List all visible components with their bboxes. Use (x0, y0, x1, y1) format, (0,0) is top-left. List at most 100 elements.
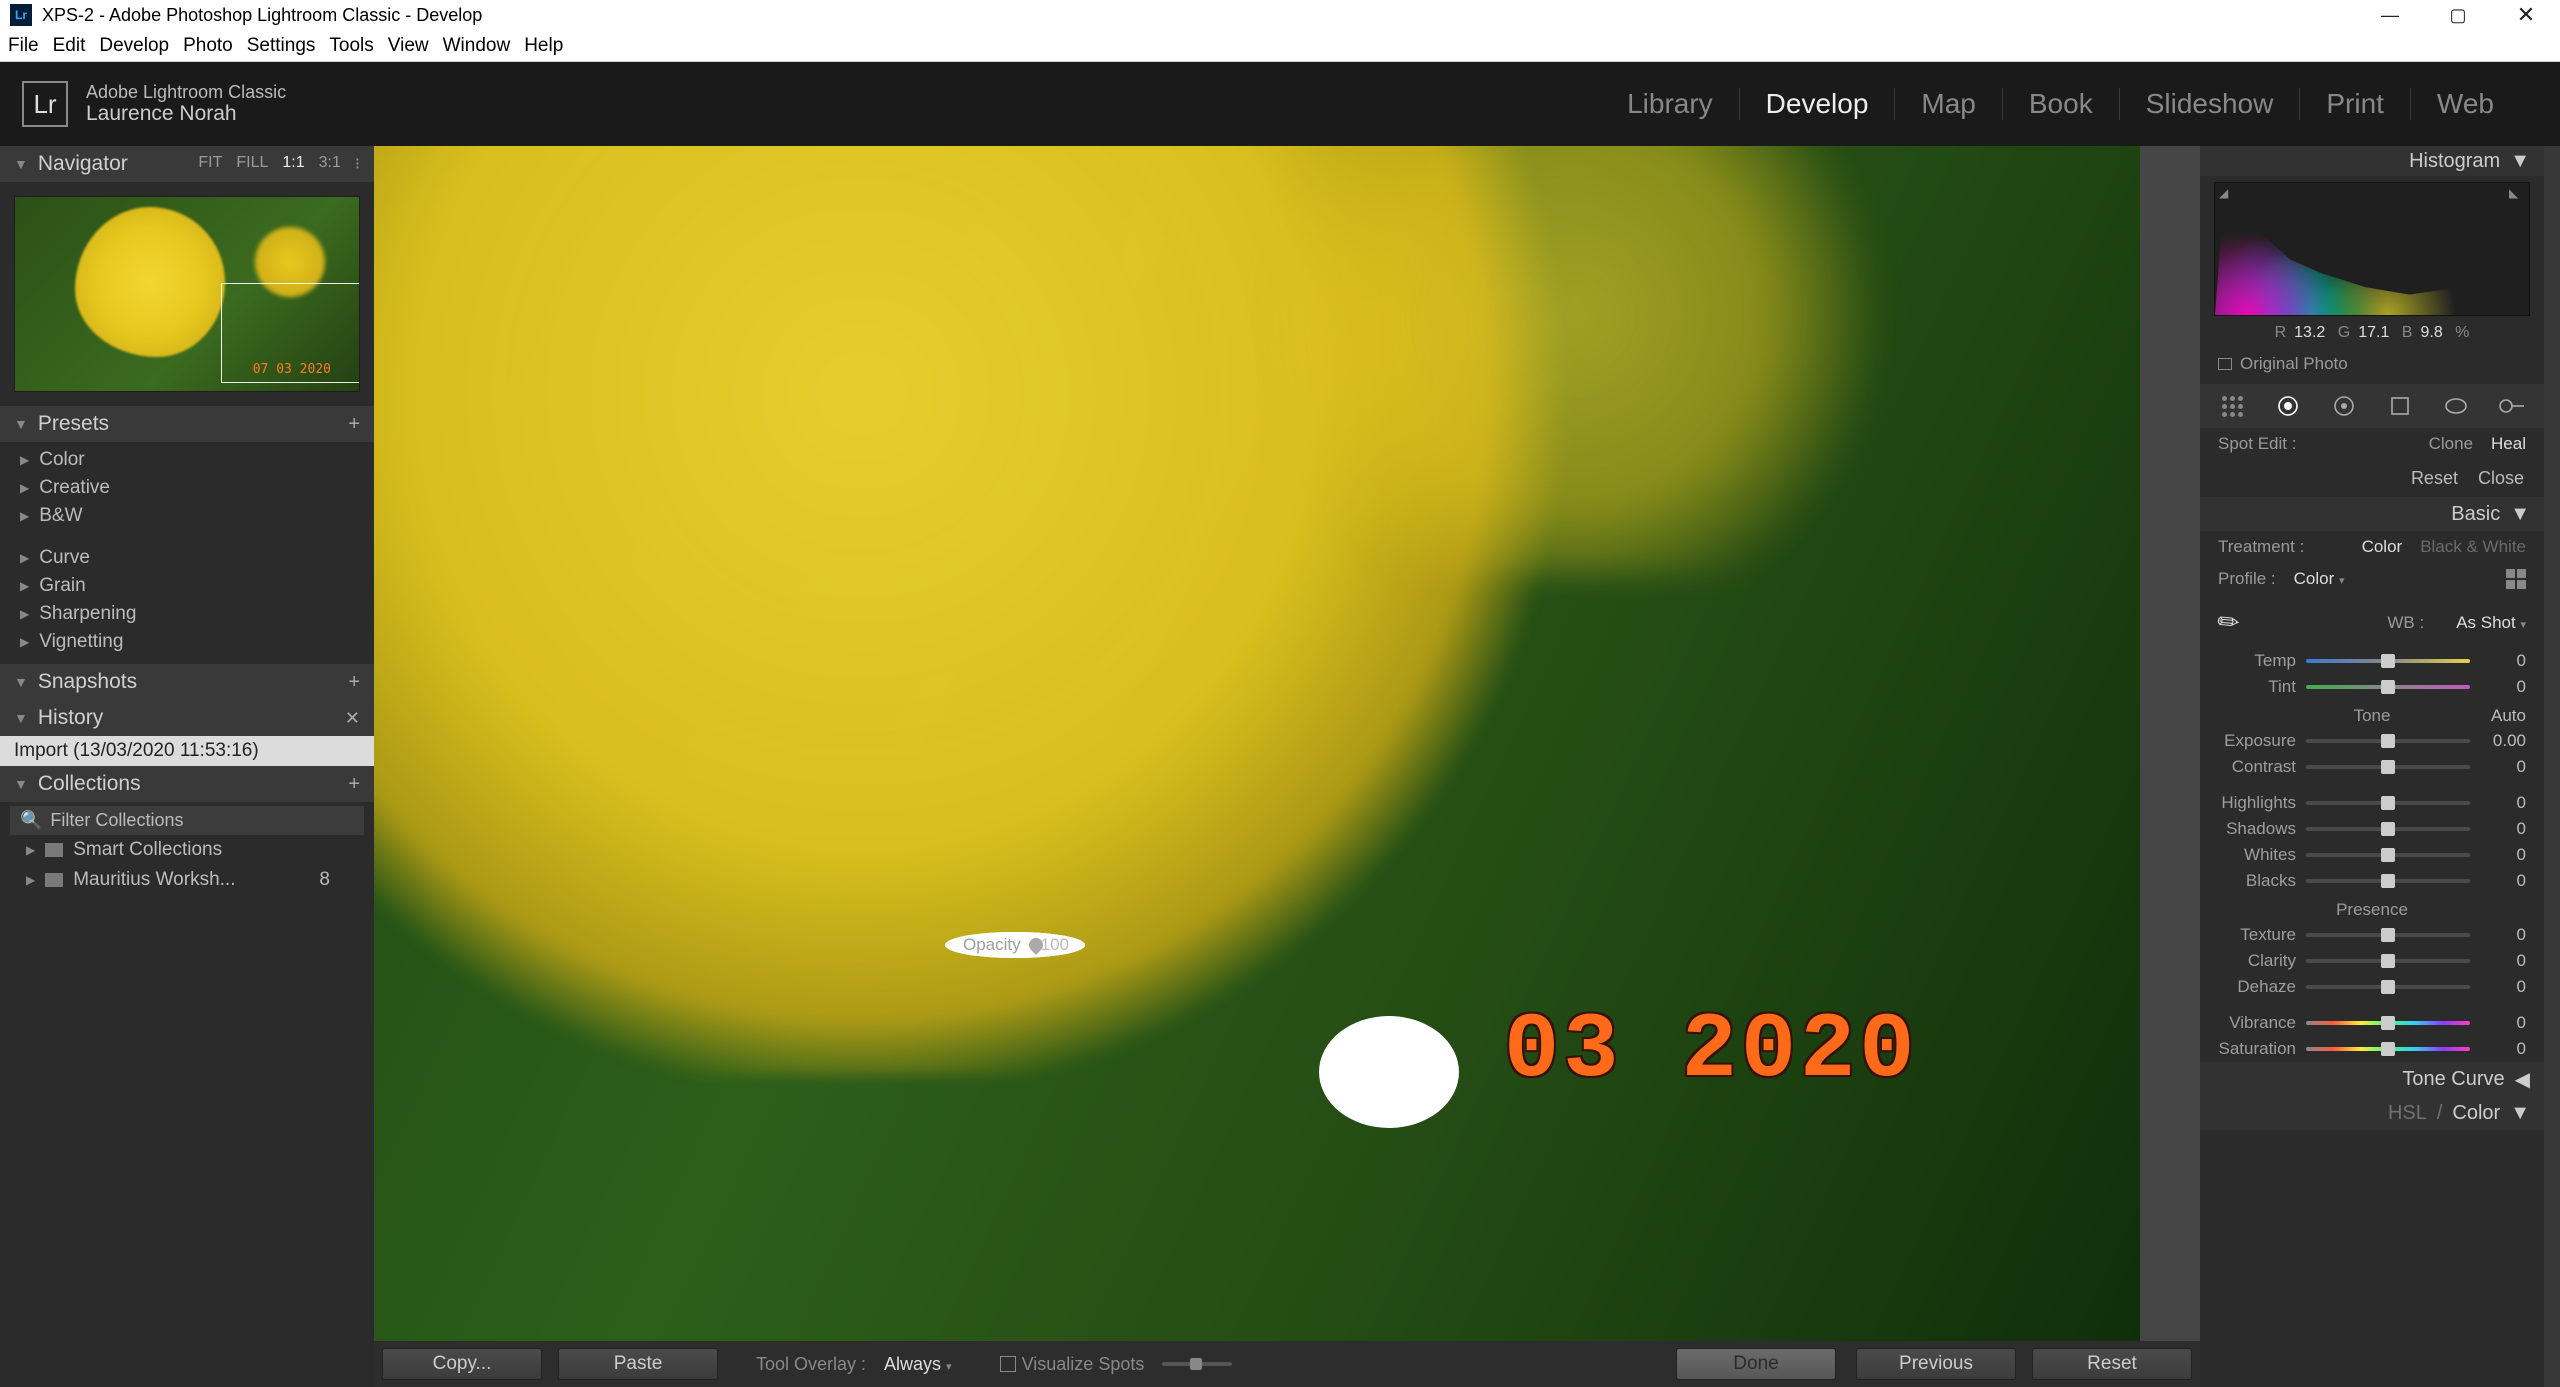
profile-row[interactable]: Profile : Color ▾ (2200, 563, 2544, 601)
heal-spot-overlay[interactable] (1319, 1016, 1459, 1128)
preset-group[interactable]: ▶Curve (0, 544, 374, 572)
vibrance-slider[interactable]: Vibrance0 (2200, 1010, 2544, 1036)
zoom-1to1[interactable]: 1:1 (282, 154, 304, 174)
contrast-slider[interactable]: Contrast0 (2200, 754, 2544, 780)
menu-develop[interactable]: Develop (99, 35, 169, 57)
copy-button[interactable]: Copy... (382, 1348, 542, 1380)
menu-window[interactable]: Window (443, 35, 511, 57)
basic-header[interactable]: Basic ▼ (2200, 497, 2544, 531)
wb-dropper-icon[interactable]: ✎ (2211, 604, 2248, 642)
treatment-bw[interactable]: Black & White (2420, 537, 2526, 557)
module-map[interactable]: Map (1894, 88, 2001, 120)
history-entry[interactable]: Import (13/03/2020 11:53:16) (0, 736, 374, 766)
blacks-slider[interactable]: Blacks0 (2200, 868, 2544, 894)
module-develop[interactable]: Develop (1739, 88, 1895, 120)
history-clear-icon[interactable]: ✕ (345, 708, 360, 729)
module-slideshow[interactable]: Slideshow (2119, 88, 2300, 120)
collection-item[interactable]: ▶ Smart Collections (0, 835, 374, 865)
zoom-menu-icon[interactable]: ⁝ (355, 154, 360, 174)
menu-settings[interactable]: Settings (247, 35, 316, 57)
visualize-spots-toggle[interactable]: Visualize Spots (1000, 1354, 1145, 1375)
visualize-threshold-slider[interactable] (1162, 1362, 1232, 1366)
temp-slider[interactable]: Temp0 (2200, 648, 2544, 674)
navigator-header[interactable]: ▼ Navigator FIT FILL 1:1 3:1 ⁝ (0, 146, 374, 182)
top-strip: Lr Adobe Lightroom Classic Laurence Nora… (0, 62, 2560, 146)
shadows-slider[interactable]: Shadows0 (2200, 816, 2544, 842)
collections-filter[interactable]: 🔍 Filter Collections (10, 806, 364, 835)
spot-removal-tool-icon[interactable] (2272, 390, 2304, 422)
zoom-fill[interactable]: FILL (236, 154, 268, 174)
dehaze-slider[interactable]: Dehaze0 (2200, 974, 2544, 1000)
zoom-custom[interactable]: 3:1 (319, 154, 341, 174)
menu-tools[interactable]: Tools (329, 35, 373, 57)
treatment-color[interactable]: Color (2362, 537, 2403, 557)
radial-filter-tool-icon[interactable] (2440, 390, 2472, 422)
preset-group[interactable]: ▶Color (0, 446, 374, 474)
presets-header[interactable]: ▼ Presets + (0, 406, 374, 442)
crop-tool-icon[interactable] (2216, 390, 2248, 422)
menu-help[interactable]: Help (524, 35, 563, 57)
hsl-color-header[interactable]: HSL/Color ▼ (2200, 1096, 2544, 1130)
saturation-slider[interactable]: Saturation0 (2200, 1036, 2544, 1062)
window-close[interactable]: ✕ (2492, 0, 2560, 30)
wb-preset-menu[interactable]: As Shot ▾ (2456, 613, 2526, 633)
preset-group[interactable]: ▶Vignetting (0, 628, 374, 656)
histogram-graph[interactable]: ◢ ◣ (2214, 182, 2530, 316)
clarity-slider[interactable]: Clarity0 (2200, 948, 2544, 974)
zoom-fit[interactable]: FIT (198, 154, 222, 174)
collections-header[interactable]: ▼ Collections + (0, 766, 374, 802)
collections-add-icon[interactable]: + (348, 773, 360, 796)
tint-slider[interactable]: Tint0 (2200, 674, 2544, 700)
spot-reset-button[interactable]: Reset (2411, 468, 2458, 489)
navigator-title: Navigator (38, 152, 128, 176)
tone-curve-header[interactable]: Tone Curve◀ (2200, 1062, 2544, 1096)
profile-browser-icon[interactable] (2506, 569, 2526, 589)
spot-mode-heal[interactable]: Heal (2491, 434, 2526, 454)
menu-photo[interactable]: Photo (183, 35, 233, 57)
spot-close-button[interactable]: Close (2478, 468, 2524, 489)
previous-button[interactable]: Previous (1856, 1348, 2016, 1380)
right-panel-scrollbar[interactable] (2544, 146, 2560, 1387)
auto-tone-button[interactable]: Auto (2491, 706, 2526, 726)
window-title: XPS-2 - Adobe Photoshop Lightroom Classi… (42, 5, 482, 26)
tool-overlay-value[interactable]: Always ▾ (884, 1354, 952, 1375)
paste-button[interactable]: Paste (558, 1348, 718, 1380)
snapshots-add-icon[interactable]: + (348, 671, 360, 694)
window-titlebar: Lr XPS-2 - Adobe Photoshop Lightroom Cla… (0, 0, 2560, 30)
done-button[interactable]: Done (1676, 1348, 1836, 1380)
preset-group[interactable]: ▶B&W (0, 502, 374, 530)
window-maximize[interactable]: ▢ (2424, 0, 2492, 30)
module-print[interactable]: Print (2299, 88, 2410, 120)
preset-group[interactable]: ▶Grain (0, 572, 374, 600)
image-view[interactable]: 03 2020 (374, 146, 2140, 1341)
history-header[interactable]: ▼ History ✕ (0, 700, 374, 736)
module-library[interactable]: Library (1601, 88, 1739, 120)
exposure-slider[interactable]: Exposure0.00 (2200, 728, 2544, 754)
preset-group[interactable]: ▶Creative (0, 474, 374, 502)
shadow-clip-icon[interactable]: ◢ (2219, 186, 2235, 200)
snapshots-header[interactable]: ▼ Snapshots + (0, 664, 374, 700)
menu-bar: File Edit Develop Photo Settings Tools V… (0, 30, 2560, 62)
module-web[interactable]: Web (2410, 88, 2520, 120)
whites-slider[interactable]: Whites0 (2200, 842, 2544, 868)
module-book[interactable]: Book (2002, 88, 2119, 120)
grad-filter-tool-icon[interactable] (2384, 390, 2416, 422)
collection-item[interactable]: ▶ Mauritius Worksh... 8 (0, 865, 374, 895)
redeye-tool-icon[interactable] (2328, 390, 2360, 422)
original-photo-toggle[interactable]: Original Photo (2200, 350, 2544, 384)
texture-slider[interactable]: Texture0 (2200, 922, 2544, 948)
brush-tool-icon[interactable] (2496, 390, 2528, 422)
menu-file[interactable]: File (8, 35, 39, 57)
highlights-slider[interactable]: Highlights0 (2200, 790, 2544, 816)
preset-group[interactable]: ▶Sharpening (0, 600, 374, 628)
window-minimize[interactable]: — (2356, 0, 2424, 30)
menu-edit[interactable]: Edit (53, 35, 86, 57)
spot-mode-clone[interactable]: Clone (2429, 434, 2473, 454)
presets-add-icon[interactable]: + (348, 413, 360, 436)
right-panel: Histogram ▼ ◢ ◣ R13.2 G17.1 B9.8 % Origi… (2200, 146, 2544, 1387)
histogram-header[interactable]: Histogram ▼ (2200, 146, 2544, 176)
highlight-clip-icon[interactable]: ◣ (2509, 186, 2525, 200)
navigator-thumbnail[interactable]: 07 03 2020 (14, 196, 360, 392)
menu-view[interactable]: View (388, 35, 429, 57)
reset-button[interactable]: Reset (2032, 1348, 2192, 1380)
